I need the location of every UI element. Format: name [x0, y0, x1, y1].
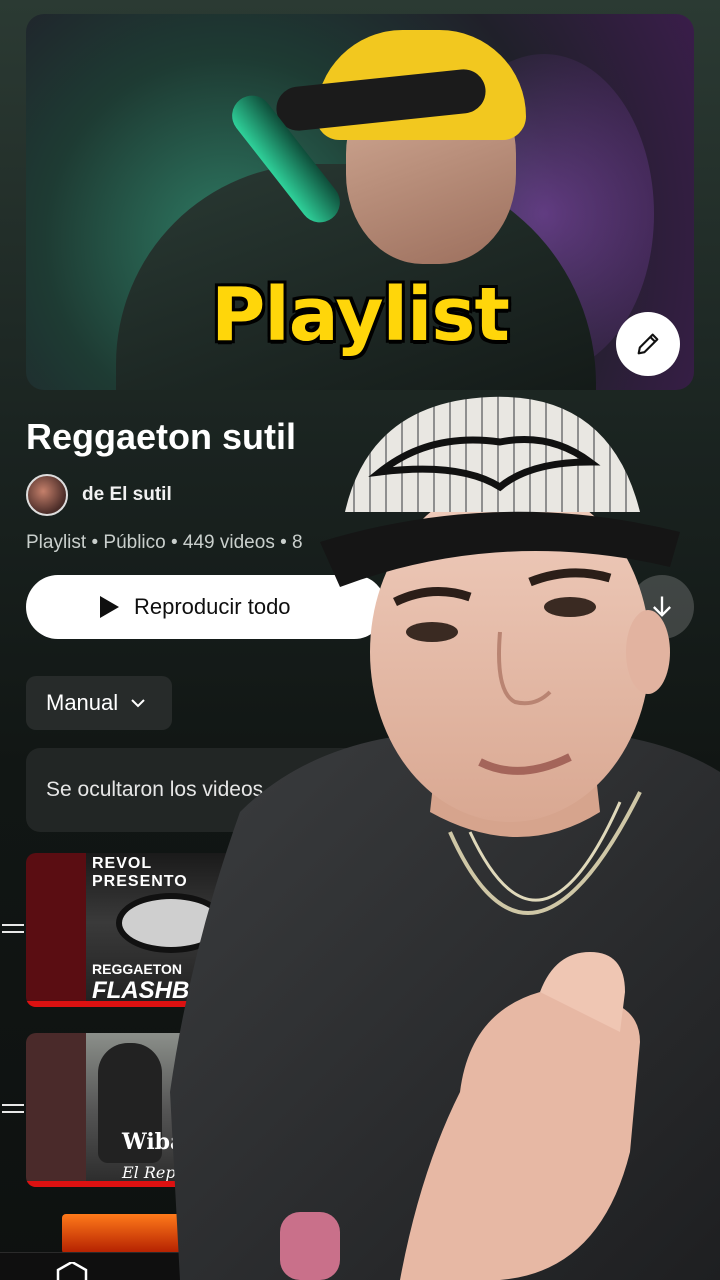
sort-label: Manual — [46, 690, 119, 715]
video-thumbnail[interactable] — [62, 1214, 182, 1254]
creator-overlay — [170, 396, 720, 1280]
home-icon[interactable] — [54, 1262, 90, 1280]
drag-handle-icon[interactable] — [2, 924, 24, 933]
play-icon — [100, 596, 119, 618]
edit-button[interactable] — [616, 312, 680, 376]
owner-name[interactable]: de El sutil — [82, 484, 172, 506]
pencil-icon — [637, 333, 659, 355]
chevron-down-icon — [131, 699, 145, 708]
sort-dropdown[interactable]: Manual — [26, 676, 172, 730]
drag-handle-icon[interactable] — [2, 1104, 24, 1113]
overlay-caption: Playlist — [211, 272, 510, 358]
playlist-owner[interactable]: de El sutil — [26, 474, 172, 516]
thumbnail-text: REGGAETON — [92, 961, 182, 977]
avatar[interactable] — [26, 474, 68, 516]
